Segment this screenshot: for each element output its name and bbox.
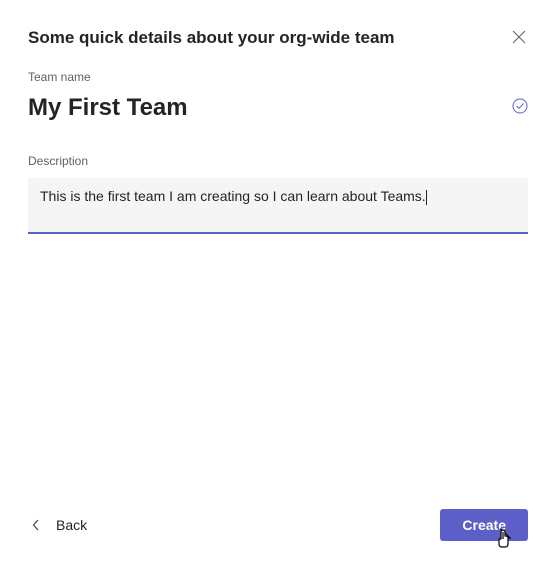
back-button[interactable]: Back bbox=[28, 511, 91, 539]
team-name-label: Team name bbox=[28, 70, 528, 84]
dialog-header: Some quick details about your org-wide t… bbox=[28, 28, 528, 48]
text-cursor-icon bbox=[426, 190, 427, 205]
description-text: This is the first team I am creating so … bbox=[40, 188, 426, 204]
description-field[interactable]: This is the first team I am creating so … bbox=[28, 178, 528, 234]
create-team-dialog: Some quick details about your org-wide t… bbox=[0, 0, 556, 561]
team-name-field[interactable]: My First Team bbox=[28, 94, 188, 122]
close-icon bbox=[512, 30, 526, 44]
close-button[interactable] bbox=[510, 28, 528, 46]
dialog-footer: Back Create bbox=[28, 497, 528, 541]
spacer bbox=[28, 234, 528, 497]
create-button[interactable]: Create bbox=[440, 509, 528, 541]
dialog-title: Some quick details about your org-wide t… bbox=[28, 28, 395, 48]
team-name-row: My First Team bbox=[28, 94, 528, 122]
back-label: Back bbox=[56, 517, 87, 533]
description-label: Description bbox=[28, 154, 528, 168]
valid-check-icon bbox=[512, 98, 528, 119]
chevron-left-icon bbox=[32, 519, 40, 531]
